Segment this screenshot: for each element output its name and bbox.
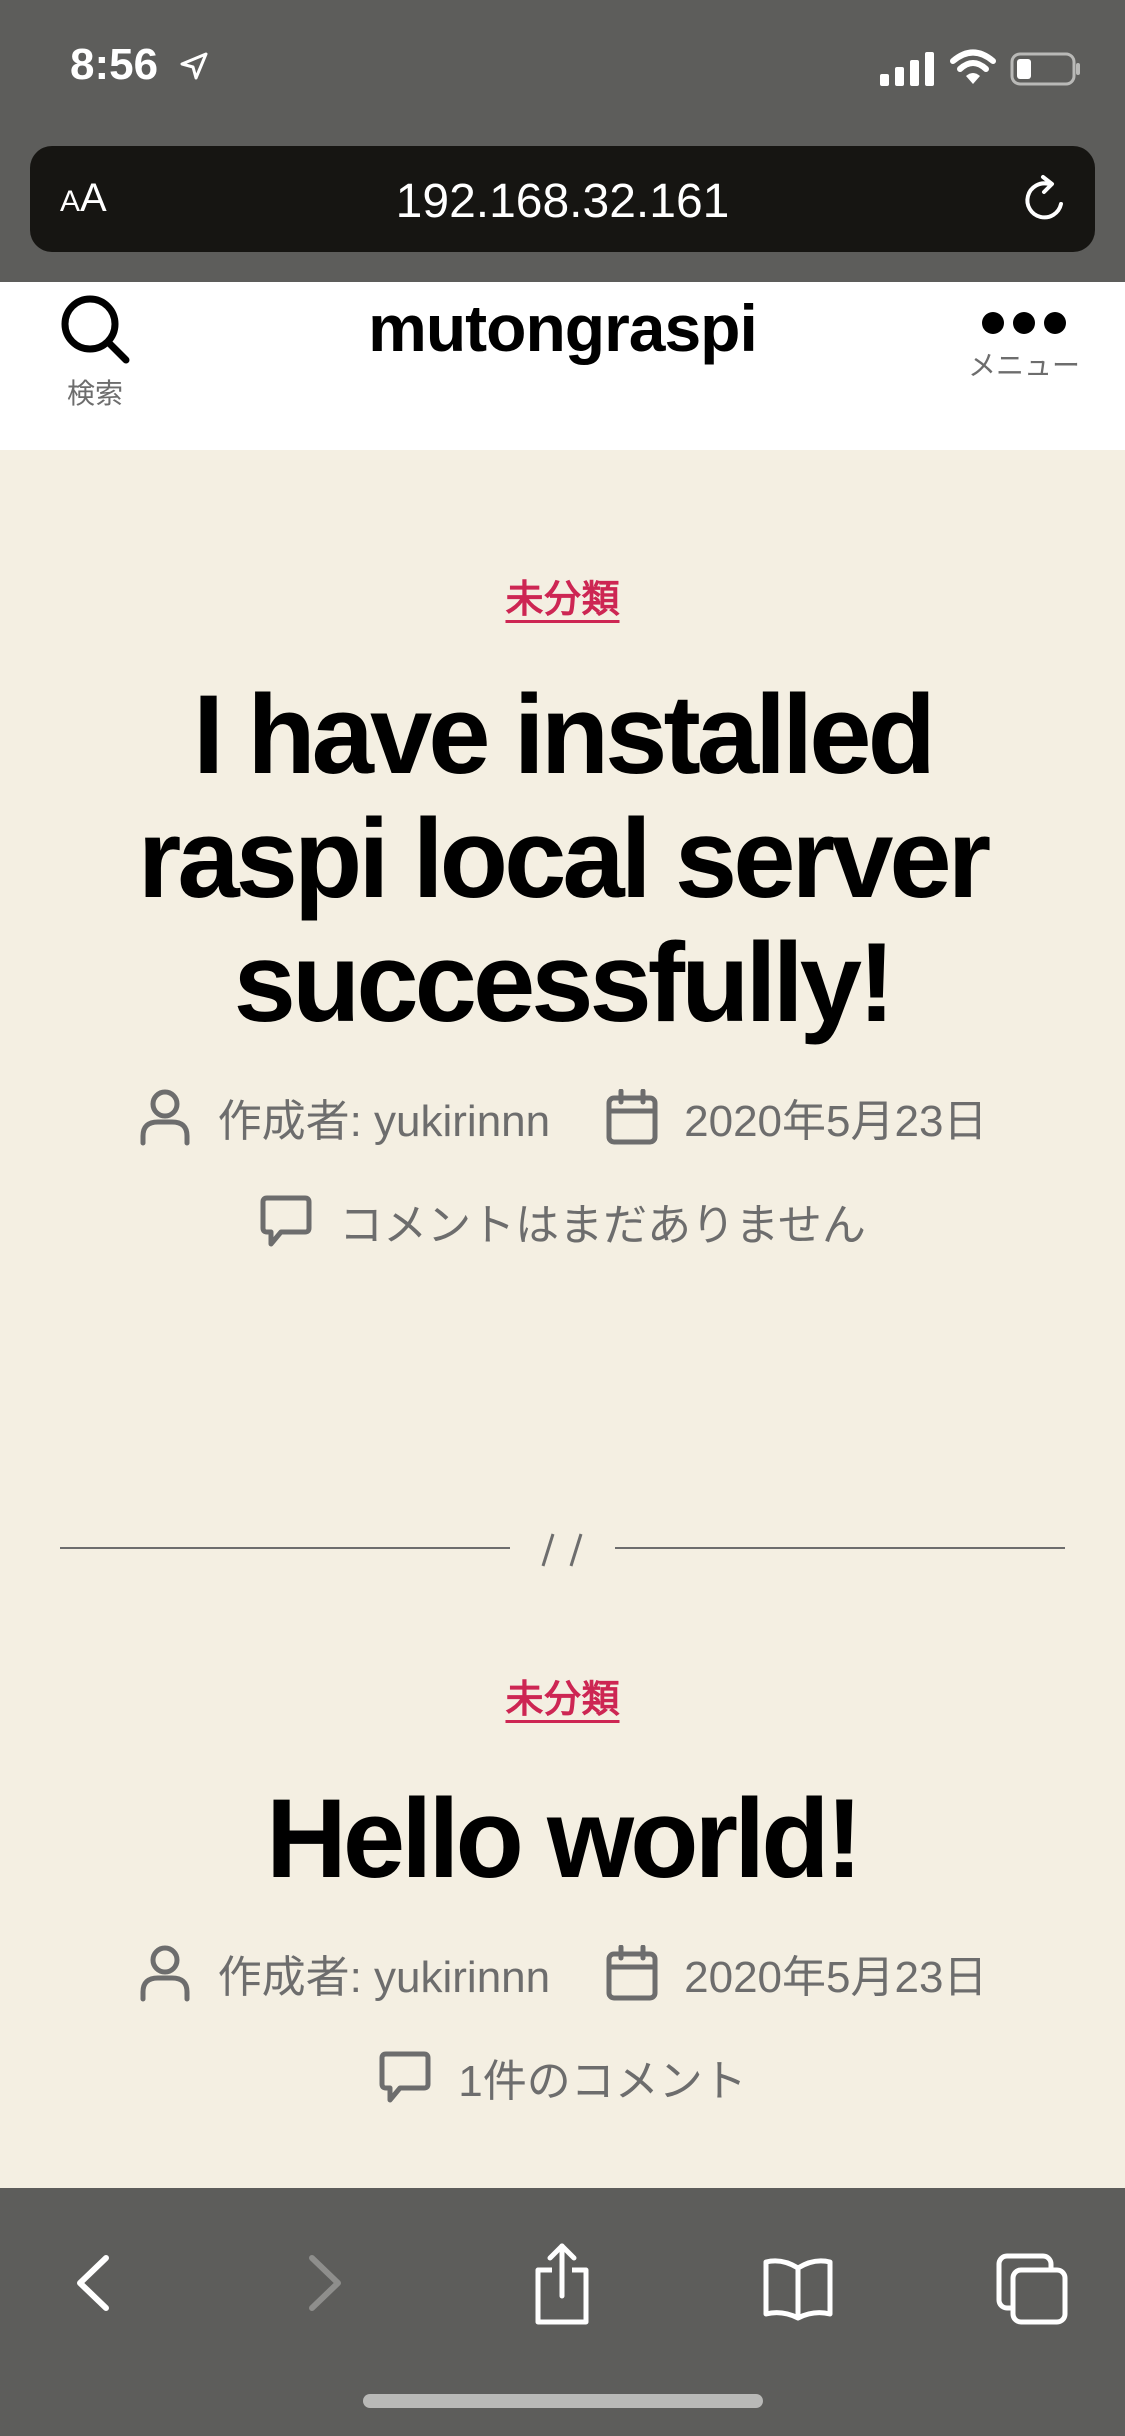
separator-slashes-icon xyxy=(541,1533,583,1567)
post-meta: 作成者: yukirinnn 2020年5月23日 xyxy=(0,1085,1125,1149)
bookmarks-icon[interactable] xyxy=(760,2238,836,2328)
post-entry: 未分類 I have installed raspi local server … xyxy=(0,568,1125,1253)
location-arrow-icon xyxy=(180,52,208,80)
post-author[interactable]: 作成者: yukirinnn xyxy=(138,1941,551,2005)
post-author-text: 作成者: yukirinnn xyxy=(217,1097,551,1146)
post-author-text: 作成者: yukirinnn xyxy=(217,1953,551,2002)
site-header: 検索 mutongraspi メニュー xyxy=(0,282,1125,450)
post-category-link[interactable]: 未分類 xyxy=(505,568,619,623)
post-comments-row: コメントはまだありません xyxy=(0,1189,1125,1253)
site-title[interactable]: mutongraspi xyxy=(0,290,1125,366)
more-dots-icon xyxy=(982,312,1066,334)
post-comments-link[interactable]: コメントはまだありません xyxy=(259,1189,866,1253)
calendar-icon xyxy=(606,1089,658,1145)
forward-icon[interactable] xyxy=(300,2238,350,2328)
post-entry: 未分類 Hello world! 作成者: yukirinnn 2020年5月2… xyxy=(0,1668,1125,2109)
tabs-icon[interactable] xyxy=(995,2238,1071,2328)
status-time: 8:56 xyxy=(70,40,159,89)
menu-toggle-button[interactable]: メニュー xyxy=(959,308,1089,384)
search-label: 検索 xyxy=(66,377,123,410)
post-date-text: 2020年5月23日 xyxy=(684,1097,988,1146)
post-comments-row: 1件のコメント xyxy=(0,2045,1125,2109)
post-date[interactable]: 2020年5月23日 xyxy=(606,1085,987,1149)
reload-icon[interactable] xyxy=(1019,174,1071,226)
share-icon[interactable] xyxy=(528,2238,596,2328)
menu-label: メニュー xyxy=(967,349,1080,382)
post-meta: 作成者: yukirinnn 2020年5月23日 xyxy=(0,1941,1125,2005)
comment-bubble-icon xyxy=(379,2051,431,2103)
address-bar[interactable]: AA 192.168.32.161 xyxy=(30,146,1095,252)
separator-line-right xyxy=(615,1547,1065,1549)
status-bar: 8:56 xyxy=(0,0,1125,140)
post-author[interactable]: 作成者: yukirinnn xyxy=(138,1085,551,1149)
home-indicator[interactable] xyxy=(363,2394,763,2408)
back-icon[interactable] xyxy=(68,2238,118,2328)
post-category-link[interactable]: 未分類 xyxy=(505,1668,619,1723)
user-icon xyxy=(140,1945,190,2002)
comment-bubble-icon xyxy=(260,1195,312,1247)
wifi-icon xyxy=(950,49,996,84)
post-comments-link[interactable]: 1件のコメント xyxy=(378,2045,747,2109)
cellular-signal-icon xyxy=(880,52,934,86)
post-separator xyxy=(60,1530,1065,1570)
user-icon xyxy=(140,1089,190,1146)
post-date[interactable]: 2020年5月23日 xyxy=(606,1941,987,2005)
browser-address-area: AA 192.168.32.161 xyxy=(0,140,1125,282)
post-title[interactable]: Hello world! xyxy=(60,1777,1065,1901)
url-text: 192.168.32.161 xyxy=(395,175,730,228)
post-date-text: 2020年5月23日 xyxy=(684,1953,988,2002)
calendar-icon xyxy=(606,1945,658,2001)
battery-icon xyxy=(1010,52,1080,86)
post-comments-text: 1件のコメント xyxy=(458,2057,747,2106)
post-title[interactable]: I have installed raspi local server succ… xyxy=(60,673,1065,1045)
post-comments-text: コメントはまだありません xyxy=(339,1201,866,1250)
separator-line-left xyxy=(60,1547,510,1549)
